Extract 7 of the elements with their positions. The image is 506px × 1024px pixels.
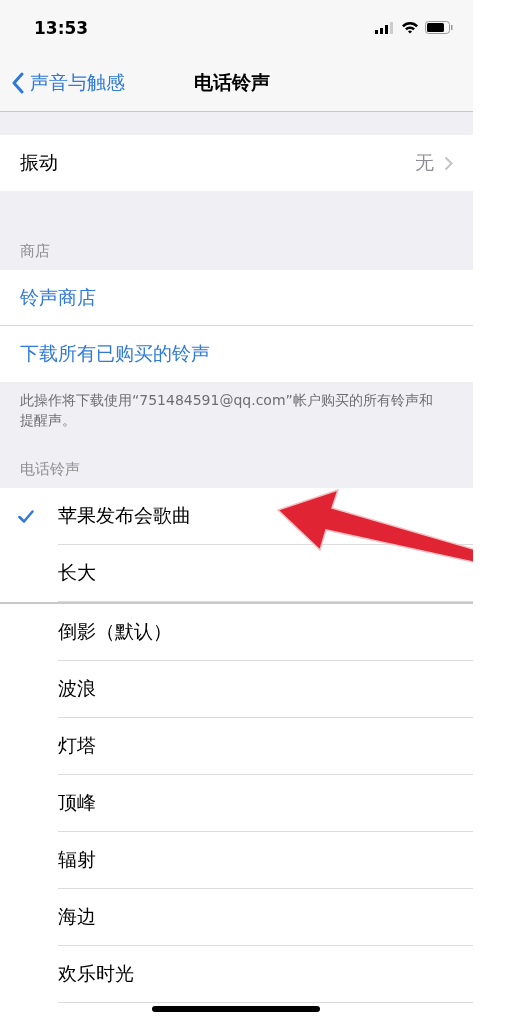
vibration-row[interactable]: 振动 无: [0, 135, 473, 191]
section-header: 商店: [20, 242, 50, 261]
back-button[interactable]: 声音与触感: [0, 70, 125, 96]
footer-note: 此操作将下载使用“751484591@qq.com”帐户购买的所有铃声和提醒声。: [20, 392, 433, 428]
section-header: 电话铃声: [20, 460, 80, 479]
clock-time: 13:53: [34, 17, 89, 38]
page-title: 电话铃声: [194, 70, 270, 95]
